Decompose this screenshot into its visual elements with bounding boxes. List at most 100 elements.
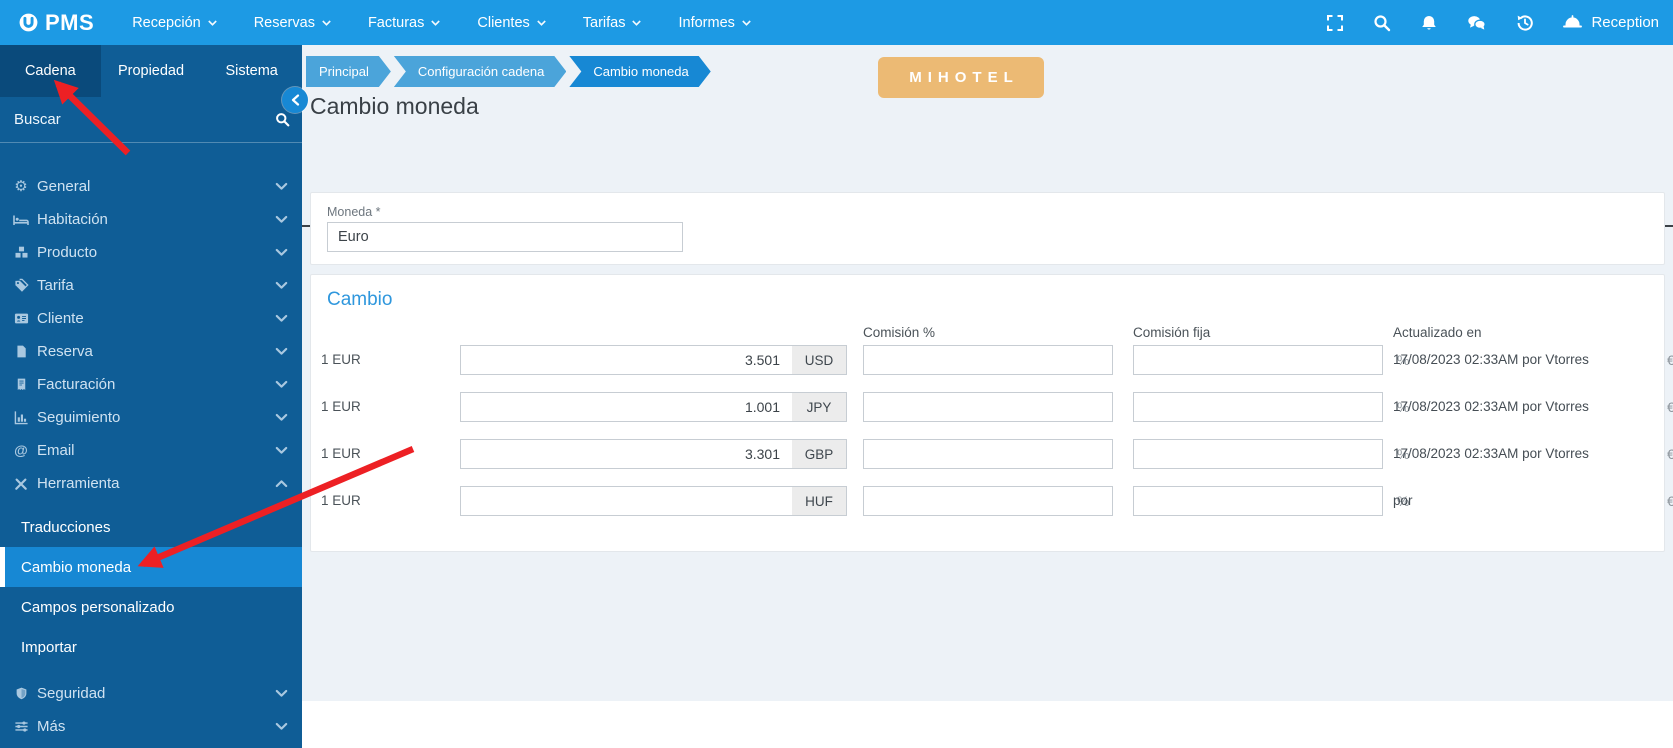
user-menu[interactable]: Reception [1563, 14, 1659, 31]
updated-at-text: 17/08/2023 02:33AM por Vtorres [1393, 352, 1589, 367]
chevron-up-icon [275, 479, 288, 488]
history-icon[interactable] [1516, 14, 1534, 32]
euro-suffix: € [1667, 399, 1673, 415]
sidebar-item-cliente[interactable]: Cliente [0, 302, 302, 335]
sidebar-item-campos-personalizado[interactable]: Campos personalizado [0, 587, 302, 627]
top-navigation-bar: PMS Recepción Reservas Facturas Clientes… [0, 0, 1673, 45]
chevron-down-icon [431, 19, 441, 26]
chevron-down-icon [275, 281, 288, 290]
chat-icon[interactable] [1467, 14, 1487, 32]
search-icon[interactable] [275, 112, 290, 127]
rate-input[interactable] [460, 392, 793, 422]
base-currency-label: 1 EUR [321, 446, 361, 461]
sidebar-search-input[interactable] [12, 110, 275, 129]
sidebar: Cadena Propiedad Sistema ⚙ General Habit… [0, 45, 302, 748]
chevron-down-icon [275, 446, 288, 455]
updated-at-text: 17/08/2023 02:33AM por Vtorres [1393, 446, 1589, 461]
section-title: Cambio [327, 289, 393, 310]
sidebar-item-reserva[interactable]: Reserva [0, 335, 302, 368]
top-menu-informes[interactable]: Informes [678, 15, 751, 31]
sidebar-item-cambio-moneda[interactable]: Cambio moneda [0, 547, 302, 587]
chevron-down-icon [742, 19, 751, 26]
base-currency-label: 1 EUR [321, 399, 361, 414]
sidebar-tab-propiedad[interactable]: Propiedad [101, 45, 202, 97]
comision-pct-input[interactable] [863, 392, 1113, 422]
moneda-panel: Moneda * [310, 192, 1665, 265]
top-menu-tarifas[interactable]: Tarifas [583, 15, 642, 31]
base-currency-label: 1 EUR [321, 493, 361, 508]
rate-input[interactable] [460, 439, 793, 469]
column-header-actualizado: Actualizado en [1393, 325, 1482, 340]
sidebar-tab-cadena[interactable]: Cadena [0, 45, 101, 97]
sidebar-item-producto[interactable]: Producto [0, 236, 302, 269]
sidebar-item-general[interactable]: ⚙ General [0, 170, 302, 203]
chevron-down-icon [322, 19, 331, 26]
comision-pct-input[interactable] [863, 486, 1113, 516]
user-label: Reception [1591, 14, 1659, 31]
sidebar-item-mas[interactable]: Más [0, 710, 302, 743]
chevron-down-icon [275, 722, 288, 731]
column-header-comision-fija: Comisión fija [1133, 325, 1211, 340]
invoice-icon [11, 377, 31, 392]
chevron-down-icon [207, 19, 217, 26]
chevron-down-icon [275, 182, 288, 191]
id-card-icon [11, 311, 31, 326]
comision-pct-input[interactable] [863, 345, 1113, 375]
shield-icon [11, 686, 31, 701]
rate-input[interactable] [460, 486, 793, 516]
moneda-input[interactable] [327, 222, 683, 252]
chevron-down-icon [536, 19, 546, 26]
at-icon: @ [14, 442, 28, 458]
sidebar-item-seguimiento[interactable]: Seguimiento [0, 401, 302, 434]
breadcrumb-configuracion-cadena[interactable]: Configuración cadena [394, 56, 566, 87]
sidebar-item-tarifa[interactable]: Tarifa [0, 269, 302, 302]
sidebar-item-seguridad[interactable]: Seguridad [0, 677, 302, 710]
comision-pct-input[interactable] [863, 439, 1113, 469]
breadcrumb-principal[interactable]: Principal [306, 56, 391, 87]
top-menu-clientes[interactable]: Clientes [477, 15, 546, 31]
cambio-panel: Cambio Comisión % Comisión fija Actualiz… [310, 274, 1673, 552]
rate-input[interactable] [460, 345, 793, 375]
bed-icon [11, 212, 31, 228]
chevron-down-icon [275, 380, 288, 389]
boxes-icon [11, 245, 31, 260]
updated-at-text: por [1393, 493, 1413, 508]
top-menu-facturas[interactable]: Facturas [368, 15, 441, 31]
chevron-down-icon [275, 248, 288, 257]
euro-suffix: € [1667, 352, 1673, 368]
sidebar-item-traducciones[interactable]: Traducciones [0, 507, 302, 547]
comision-fija-input[interactable] [1133, 486, 1383, 516]
exchange-row: 1 EUR JPY % € 17/08/2023 02:33AM por Vto… [311, 392, 1673, 422]
top-menu-reservas[interactable]: Reservas [254, 15, 331, 31]
sidebar-item-email[interactable]: @ Email [0, 434, 302, 467]
fullscreen-icon[interactable] [1326, 14, 1344, 32]
breadcrumb-cambio-moneda[interactable]: Cambio moneda [569, 56, 710, 87]
comision-fija-input[interactable] [1133, 392, 1383, 422]
app-logo-text: PMS [45, 9, 95, 35]
topbar-actions: Reception [1326, 14, 1673, 32]
comision-fija-input[interactable] [1133, 345, 1383, 375]
bell-icon[interactable] [1420, 14, 1438, 32]
tools-icon [11, 477, 31, 491]
breadcrumb: Principal Configuración cadena Cambio mo… [306, 56, 711, 87]
search-icon[interactable] [1373, 14, 1391, 32]
chart-icon [11, 410, 31, 425]
reception-icon [1563, 15, 1583, 28]
sidebar-item-habitacion[interactable]: Habitación [0, 203, 302, 236]
chevron-down-icon [275, 413, 288, 422]
hotel-badge: MIHOTEL [878, 57, 1044, 98]
sidebar-collapse-button[interactable] [282, 87, 308, 113]
sidebar-item-importar[interactable]: Importar [0, 627, 302, 667]
sidebar-item-facturacion[interactable]: Facturación [0, 368, 302, 401]
exchange-row: 1 EUR HUF % € por [311, 486, 1673, 516]
app-logo[interactable]: PMS [0, 10, 94, 36]
exchange-row: 1 EUR USD % € 17/08/2023 02:33AM por Vto… [311, 345, 1673, 375]
comision-fija-input[interactable] [1133, 439, 1383, 469]
main-content: Principal Configuración cadena Cambio mo… [302, 45, 1673, 701]
sidebar-item-herramienta[interactable]: Herramienta [0, 467, 302, 500]
chevron-down-icon [275, 347, 288, 356]
top-menu-recepcion[interactable]: Recepción [132, 15, 217, 31]
chevron-left-icon [291, 94, 299, 106]
currency-code-addon: USD [792, 345, 847, 375]
base-currency-label: 1 EUR [321, 352, 361, 367]
